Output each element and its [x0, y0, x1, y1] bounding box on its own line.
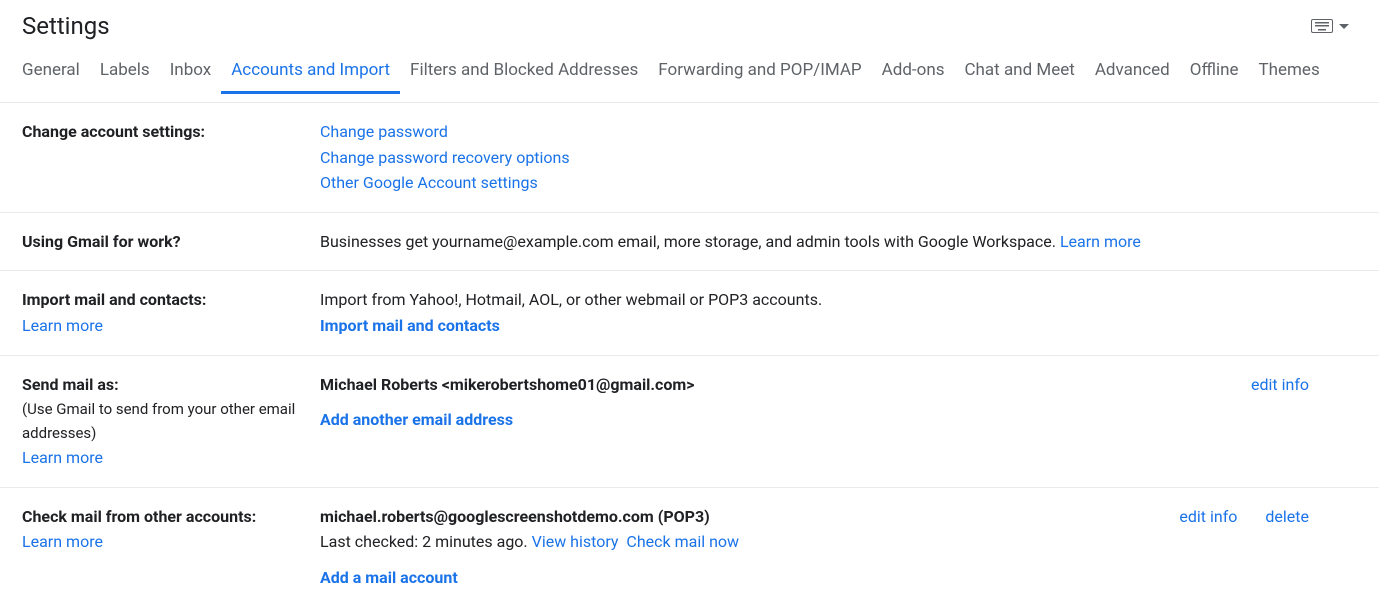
section-using-for-work: Using Gmail for work? Businesses get you… [0, 213, 1379, 272]
tab-filters-blocked[interactable]: Filters and Blocked Addresses [400, 50, 648, 92]
send-mail-edit-info[interactable]: edit info [1251, 372, 1309, 398]
settings-tabs: General Labels Inbox Accounts and Import… [0, 50, 1379, 103]
import-mail-label: Import mail and contacts: [22, 287, 320, 313]
using-work-text: Businesses get yourname@example.com emai… [320, 232, 1060, 251]
send-mail-as-learn-more[interactable]: Learn more [22, 445, 320, 471]
send-mail-as-label: Send mail as: [22, 372, 320, 398]
keyboard-icon [1311, 19, 1333, 33]
check-mail-account: michael.roberts@googlescreenshotdemo.com… [320, 504, 1179, 530]
check-mail-learn-more[interactable]: Learn more [22, 529, 320, 555]
check-mail-now-link[interactable]: Check mail now [626, 532, 739, 551]
import-mail-learn-more[interactable]: Learn more [22, 313, 320, 339]
send-mail-identity: Michael Roberts <mikerobertshome01@gmail… [320, 372, 1251, 398]
send-mail-as-sub: (Use Gmail to send from your other email… [22, 397, 320, 445]
section-change-account: Change account settings: Change password… [0, 103, 1379, 213]
check-mail-last-checked: Last checked: 2 minutes ago. [320, 532, 532, 551]
other-google-account-link[interactable]: Other Google Account settings [320, 170, 1357, 196]
add-another-email-link[interactable]: Add another email address [320, 407, 1251, 433]
check-mail-label: Check mail from other accounts: [22, 504, 320, 530]
input-tools-selector[interactable] [1311, 19, 1357, 33]
tab-add-ons[interactable]: Add-ons [872, 50, 955, 92]
tab-advanced[interactable]: Advanced [1085, 50, 1180, 92]
check-mail-delete[interactable]: delete [1265, 504, 1309, 530]
page-title: Settings [22, 12, 110, 40]
change-account-label: Change account settings: [22, 122, 205, 141]
view-history-link[interactable]: View history [532, 532, 619, 551]
tab-general[interactable]: General [12, 50, 90, 92]
tab-inbox[interactable]: Inbox [160, 50, 222, 92]
settings-content: Change account settings: Change password… [0, 103, 1379, 607]
section-import-mail: Import mail and contacts: Learn more Imp… [0, 271, 1379, 355]
section-check-mail: Check mail from other accounts: Learn mo… [0, 488, 1379, 607]
tab-chat-and-meet[interactable]: Chat and Meet [954, 50, 1084, 92]
settings-header: Settings [0, 0, 1379, 50]
import-mail-action[interactable]: Import mail and contacts [320, 313, 1357, 339]
check-mail-edit-info[interactable]: edit info [1179, 504, 1237, 530]
tab-forwarding-pop-imap[interactable]: Forwarding and POP/IMAP [648, 50, 871, 92]
tab-labels[interactable]: Labels [90, 50, 160, 92]
using-work-learn-more[interactable]: Learn more [1060, 232, 1141, 251]
tab-themes[interactable]: Themes [1249, 50, 1330, 92]
tab-offline[interactable]: Offline [1180, 50, 1249, 92]
tab-accounts-and-import[interactable]: Accounts and Import [221, 50, 400, 92]
chevron-down-icon [1339, 24, 1349, 29]
change-password-link[interactable]: Change password [320, 119, 1357, 145]
using-work-label: Using Gmail for work? [22, 232, 181, 251]
import-mail-text: Import from Yahoo!, Hotmail, AOL, or oth… [320, 287, 1357, 313]
change-password-recovery-link[interactable]: Change password recovery options [320, 145, 1357, 171]
add-mail-account-link[interactable]: Add a mail account [320, 565, 1179, 591]
section-send-mail-as: Send mail as: (Use Gmail to send from yo… [0, 356, 1379, 488]
